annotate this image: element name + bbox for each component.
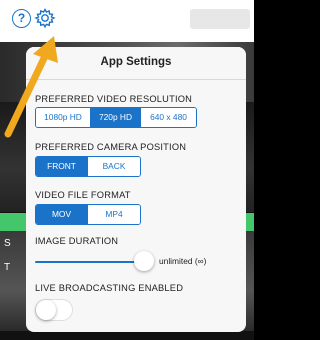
background-edge-text: T: [4, 262, 11, 273]
camera-segmented-control: FRONT BACK: [35, 156, 141, 177]
duration-label: IMAGE DURATION: [35, 236, 119, 246]
gear-icon[interactable]: [34, 7, 56, 29]
background-edge-text: S: [4, 238, 11, 249]
duration-slider-track[interactable]: [35, 261, 145, 263]
resolution-option-640x480[interactable]: 640 x 480: [141, 108, 196, 127]
format-label: VIDEO FILE FORMAT: [35, 190, 131, 200]
camera-label: PREFERRED CAMERA POSITION: [35, 142, 187, 152]
toggle-knob[interactable]: [36, 300, 56, 320]
top-right-field[interactable]: [190, 9, 250, 29]
duration-slider-thumb[interactable]: [134, 251, 154, 271]
camera-option-back[interactable]: BACK: [88, 157, 140, 176]
help-icon[interactable]: ?: [12, 9, 31, 28]
duration-value: unlimited (∞): [159, 256, 207, 266]
format-option-mp4[interactable]: MP4: [88, 205, 140, 224]
annotation-arrow-icon: [4, 36, 58, 138]
live-broadcasting-label: LIVE BROADCASTING ENABLED: [35, 283, 184, 293]
camera-option-front[interactable]: FRONT: [36, 157, 88, 176]
format-option-mov[interactable]: MOV: [36, 205, 88, 224]
live-broadcasting-toggle[interactable]: [35, 299, 73, 321]
resolution-option-720p[interactable]: 720p HD: [91, 108, 141, 127]
format-segmented-control: MOV MP4: [35, 204, 141, 225]
